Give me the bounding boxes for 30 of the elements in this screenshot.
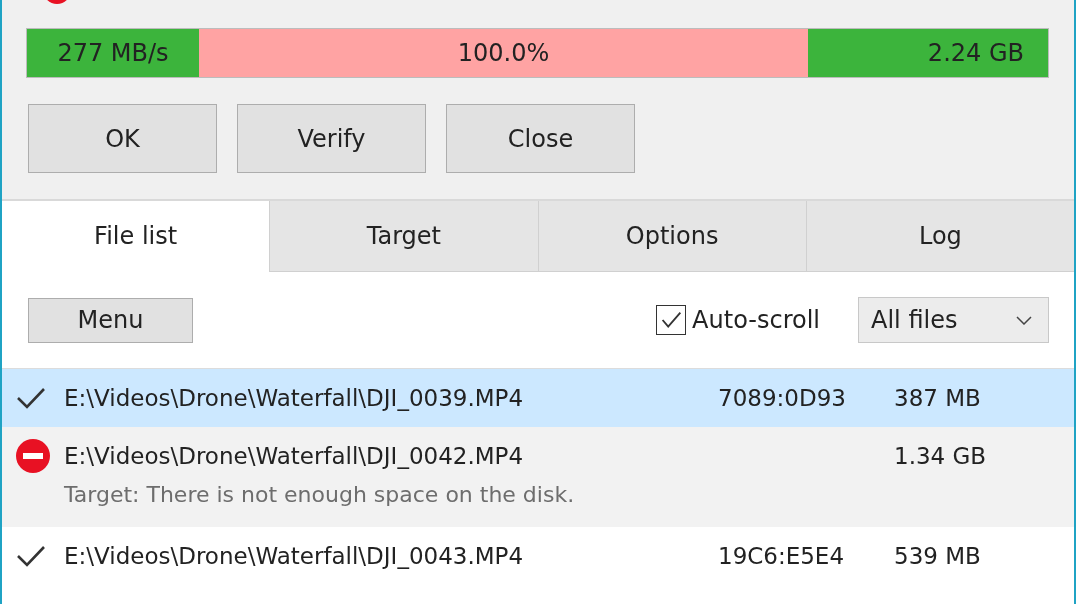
checkmark-icon bbox=[16, 387, 46, 409]
file-path: E:\Videos\Drone\Waterfall\DJI_0043.MP4 bbox=[64, 543, 525, 569]
dialog-button[interactable]: OK bbox=[28, 104, 217, 173]
error-icon bbox=[16, 439, 50, 473]
dialog-button[interactable]: Verify bbox=[237, 104, 426, 173]
file-size: 387 MB bbox=[894, 385, 981, 411]
error-message: Target: There is not enough space on the disk. bbox=[63, 481, 576, 509]
checkmark-icon bbox=[16, 545, 46, 567]
dialog-button[interactable]: Close bbox=[446, 104, 635, 173]
file-size: 539 MB bbox=[894, 543, 981, 569]
file-row[interactable]: E:\Videos\Drone\Waterfall\DJI_0039.MP4 7089:0D93 387 MB bbox=[2, 369, 1074, 427]
file-hash: 7089:0D93 bbox=[718, 385, 847, 411]
tab[interactable]: Options bbox=[537, 201, 806, 272]
chevron-down-icon bbox=[1016, 315, 1032, 325]
file-path: E:\Videos\Drone\Waterfall\DJI_0042.MP4 bbox=[64, 443, 525, 469]
file-hash: 19C6:E5E4 bbox=[718, 543, 846, 569]
progress-percent: 100.0% bbox=[457, 39, 550, 67]
checkbox[interactable] bbox=[656, 305, 687, 335]
size-reading: 2.24 GB bbox=[808, 29, 1048, 77]
file-row[interactable]: E:\Videos\Drone\Waterfall\DJI_0042.MP4 1.34 GB Target: There is not enough space on the disk. bbox=[2, 427, 1074, 527]
tab[interactable]: File list bbox=[2, 201, 270, 272]
filter-dropdown[interactable]: All files bbox=[858, 297, 1049, 343]
speed-reading: 277 MB/s bbox=[27, 29, 199, 77]
checkbox-label[interactable]: Auto-scroll bbox=[692, 306, 820, 334]
file-path: E:\Videos\Drone\Waterfall\DJI_0039.MP4 bbox=[64, 385, 525, 411]
tab[interactable]: Log bbox=[805, 201, 1074, 272]
file-size: 1.34 GB bbox=[894, 443, 987, 469]
menu-button[interactable]: Menu bbox=[28, 297, 193, 343]
file-row[interactable]: E:\Videos\Drone\Waterfall\DJI_0043.MP4 19C6:E5E4 539 MB bbox=[2, 527, 1074, 585]
tab[interactable]: Target bbox=[269, 201, 538, 272]
